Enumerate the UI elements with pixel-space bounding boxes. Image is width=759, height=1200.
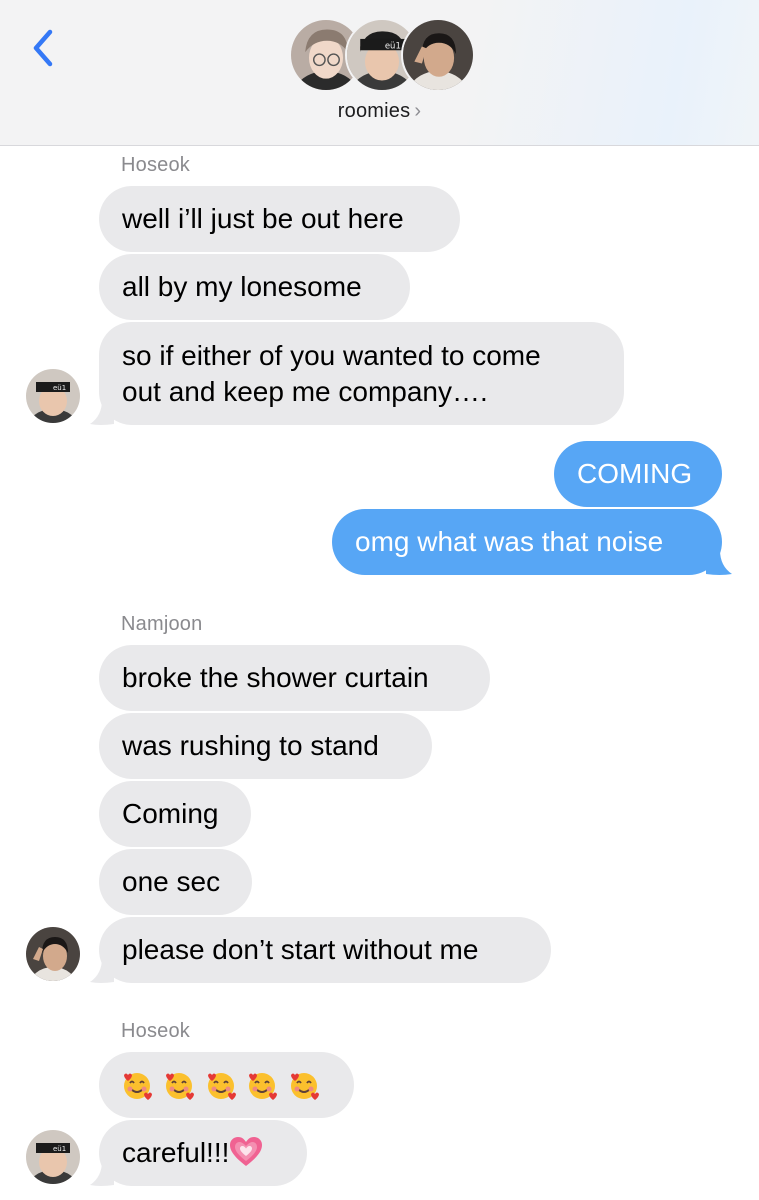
emoji-row	[121, 1071, 322, 1102]
message-bubble[interactable]: well i’ll just be out here	[99, 186, 460, 252]
smiling-face-with-hearts-emoji	[124, 1073, 152, 1100]
group-name-label: roomies	[337, 100, 411, 122]
message-text: one sec	[122, 866, 221, 897]
svg-text:eü1: eü1	[53, 384, 66, 392]
avatar	[401, 18, 475, 92]
svg-text:eü1: eü1	[385, 41, 401, 51]
smiling-face-with-hearts-emoji	[249, 1073, 278, 1100]
message-bubble[interactable]: so if either of you wanted to come out a…	[99, 322, 624, 425]
message-bubble[interactable]: Coming	[99, 781, 251, 847]
bubble-tail	[90, 400, 114, 425]
bubble-tail	[90, 1161, 114, 1186]
growing-heart-emoji	[230, 1137, 263, 1166]
message-bubble[interactable]: careful!!!	[99, 1120, 307, 1186]
message-text: Coming	[122, 798, 219, 829]
conversation-header: eü1 roomies ›	[0, 0, 759, 146]
message-text: COMING	[577, 458, 693, 489]
back-button[interactable]	[28, 26, 58, 70]
message-bubble[interactable]: COMING	[554, 441, 722, 507]
message-bubble[interactable]: was rushing to stand	[99, 713, 432, 779]
message-bubble[interactable]: omg what was that noise	[332, 509, 722, 575]
message-text: broke the shower curtain	[122, 662, 429, 693]
sender-name: Hoseok	[121, 154, 191, 176]
message-text: well i’ll just be out here	[122, 203, 404, 234]
message-text: careful!!!	[122, 1137, 230, 1168]
smiling-face-with-hearts-emoji	[291, 1073, 320, 1100]
group-name[interactable]: roomies ›	[0, 100, 759, 123]
message-text: out and keep me company….	[122, 376, 488, 407]
message-text: was rushing to stand	[122, 730, 379, 761]
avatar[interactable]: eü1	[26, 369, 80, 423]
smiling-face-with-hearts-emoji	[207, 1073, 236, 1100]
message-text: please don’t start without me	[122, 934, 479, 965]
sender-name: Hoseok	[121, 1020, 191, 1042]
avatar[interactable]: eü1	[26, 1130, 80, 1184]
chevron-right-icon: ›	[414, 100, 422, 122]
message-text: so if either of you wanted to come	[122, 340, 541, 371]
avatar[interactable]	[26, 927, 80, 981]
message-bubble[interactable]: please don’t start without me	[99, 917, 551, 983]
chevron-left-icon	[33, 29, 53, 67]
bubble-tail	[706, 550, 732, 575]
smiling-face-with-hearts-emoji	[165, 1073, 194, 1100]
message-bubble[interactable]	[99, 1052, 354, 1118]
message-bubble[interactable]: all by my lonesome	[99, 254, 410, 320]
svg-text:eü1: eü1	[53, 1145, 66, 1153]
message-bubble[interactable]: broke the shower curtain	[99, 645, 490, 711]
bubble-tail	[90, 958, 114, 983]
message-bubble[interactable]: one sec	[99, 849, 252, 915]
message-text: all by my lonesome	[122, 271, 362, 302]
group-avatars[interactable]: eü1	[289, 18, 475, 94]
message-text: omg what was that noise	[355, 526, 664, 557]
sender-name: Namjoon	[121, 613, 203, 635]
